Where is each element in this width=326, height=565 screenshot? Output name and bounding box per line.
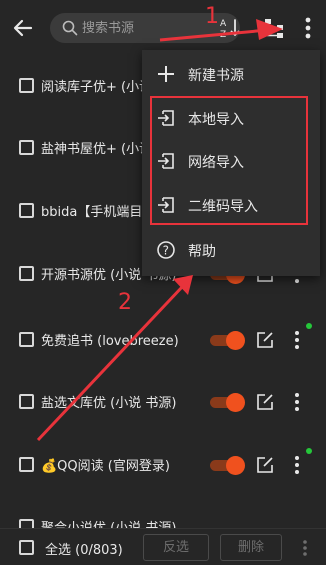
row-checkbox[interactable] <box>19 457 34 472</box>
tree-icon[interactable] <box>262 16 286 40</box>
overflow-menu: 新建书源 本地导入 网络导入 二维码导入 ? 帮助 <box>142 50 320 276</box>
row-checkbox[interactable] <box>19 332 34 347</box>
enable-toggle[interactable] <box>210 456 245 475</box>
enable-toggle[interactable] <box>210 393 245 412</box>
invert-selection-button[interactable]: 反选 <box>143 534 209 561</box>
row-more-icon[interactable] <box>292 454 302 476</box>
import-icon <box>158 110 174 126</box>
edit-icon[interactable] <box>256 393 274 411</box>
menu-item-network-import[interactable]: 网络导入 <box>142 139 320 183</box>
source-name: 盐选文库优 (小说 书源) <box>41 396 177 411</box>
row-more-icon[interactable] <box>292 329 302 351</box>
search-icon <box>62 20 78 36</box>
import-icon <box>158 197 174 213</box>
menu-item-qr-import[interactable]: 二维码导入 <box>142 183 320 227</box>
row-more-icon[interactable] <box>292 391 302 413</box>
source-name: 免费追书 (lovebreeze) <box>41 334 179 349</box>
svg-text:?: ? <box>163 244 169 258</box>
online-status-dot <box>306 448 312 454</box>
list-item[interactable]: 聚合小说优 (小说 书源) <box>0 498 326 528</box>
edit-icon[interactable] <box>256 456 274 474</box>
more-vertical-icon[interactable] <box>298 14 318 42</box>
help-icon: ? <box>157 241 175 259</box>
edit-icon[interactable] <box>256 331 274 349</box>
menu-item-new-source[interactable]: 新建书源 <box>142 52 320 96</box>
search-input[interactable] <box>82 13 232 43</box>
menu-item-help[interactable]: ? 帮助 <box>142 228 320 272</box>
bottom-more-icon[interactable] <box>300 538 310 558</box>
delete-button[interactable]: 删除 <box>220 534 282 561</box>
row-checkbox[interactable] <box>19 394 34 409</box>
source-name: 💰QQ阅读 (官网登录) <box>41 459 170 474</box>
top-bar: A Z <box>0 0 326 56</box>
bottom-bar: 全选 (0/803) 反选 删除 <box>0 528 326 565</box>
svg-text:Z: Z <box>220 30 226 40</box>
row-checkbox[interactable] <box>19 203 34 218</box>
select-all-label[interactable]: 全选 (0/803) <box>45 539 123 558</box>
row-checkbox[interactable] <box>19 140 34 155</box>
menu-item-local-import[interactable]: 本地导入 <box>142 96 320 140</box>
source-name: 聚合小说优 (小说 书源) <box>41 517 206 528</box>
import-icon <box>158 153 174 169</box>
svg-text:A: A <box>220 19 227 29</box>
row-checkbox[interactable] <box>19 519 34 528</box>
plus-icon <box>158 66 174 82</box>
search-box[interactable] <box>50 13 240 43</box>
list-item[interactable]: 💰QQ阅读 (官网登录) <box>0 436 326 494</box>
sort-az-icon[interactable]: A Z <box>218 16 242 40</box>
row-checkbox[interactable] <box>19 266 34 281</box>
select-all-checkbox[interactable] <box>19 540 34 555</box>
back-arrow-icon[interactable] <box>10 15 36 41</box>
row-checkbox[interactable] <box>19 78 34 93</box>
enable-toggle[interactable] <box>210 331 245 350</box>
online-status-dot <box>306 323 312 329</box>
list-item[interactable]: 免费追书 (lovebreeze) <box>0 311 326 369</box>
list-item[interactable]: 盐选文库优 (小说 书源) <box>0 373 326 431</box>
